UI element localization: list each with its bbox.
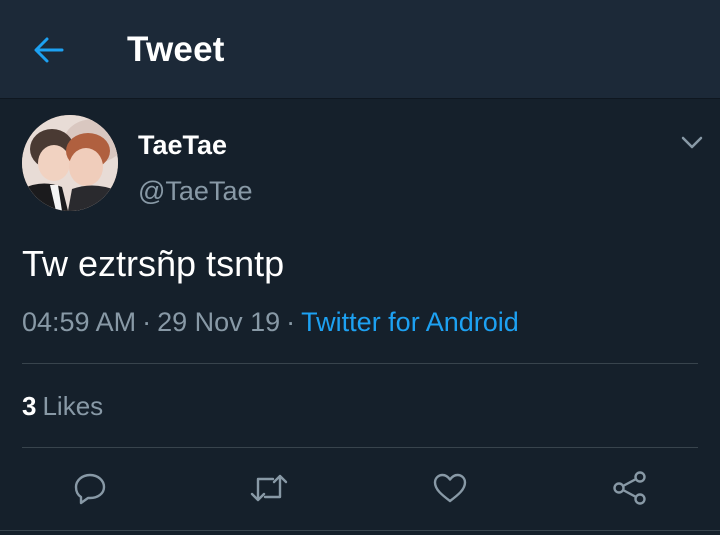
retweet-button[interactable] — [247, 466, 291, 510]
divider — [22, 363, 698, 364]
reply-button[interactable] — [68, 466, 112, 510]
chevron-down-icon — [681, 136, 703, 149]
retweet-icon — [250, 474, 288, 502]
author-handle[interactable]: @TaeTae — [138, 176, 252, 207]
tweet-meta: 04:59 AM · 29 Nov 19 · Twitter for Android — [22, 307, 519, 338]
likes-count: 3 — [22, 391, 37, 421]
tweet-menu-button[interactable] — [679, 130, 705, 156]
tweet-time: 04:59 AM — [22, 307, 137, 337]
tweet-source-link[interactable]: Twitter for Android — [301, 307, 519, 337]
meta-separator: · — [286, 307, 296, 337]
meta-separator: · — [142, 307, 152, 337]
avatar[interactable] — [22, 115, 118, 211]
divider — [22, 447, 698, 448]
share-icon — [613, 471, 646, 505]
share-button[interactable] — [608, 466, 652, 510]
bottom-divider — [0, 530, 720, 531]
reply-icon — [74, 473, 106, 505]
page-title: Tweet — [127, 30, 225, 69]
like-button[interactable] — [428, 466, 472, 510]
likes-stat[interactable]: 3 Likes — [22, 391, 103, 422]
arrow-left-icon — [34, 37, 64, 63]
author-name[interactable]: TaeTae — [138, 130, 227, 161]
back-button[interactable] — [30, 34, 66, 66]
avatar-photo — [22, 115, 118, 211]
tweet-date: 29 Nov 19 — [157, 307, 281, 337]
like-icon — [433, 473, 467, 503]
top-app-bar: Tweet — [0, 0, 720, 99]
tweet-text: Tw eztrsñp tsntp — [22, 243, 285, 284]
tweet-actions — [0, 466, 720, 510]
likes-label: Likes — [42, 391, 104, 421]
